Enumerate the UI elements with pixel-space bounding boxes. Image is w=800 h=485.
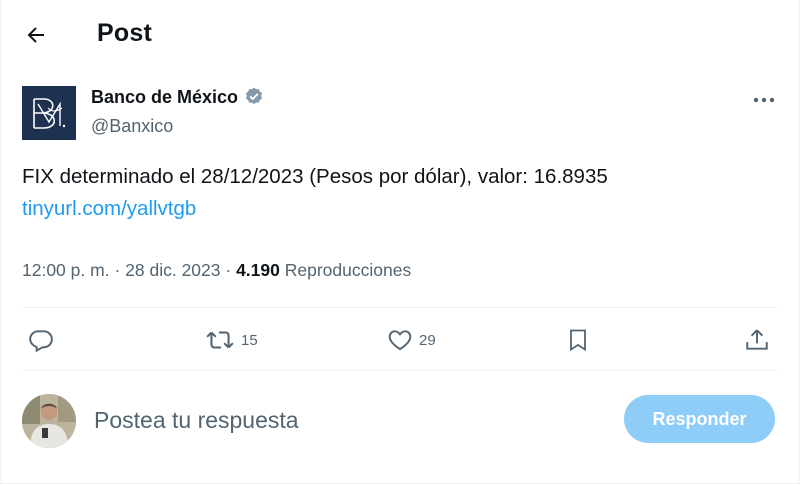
heart-icon <box>388 330 412 351</box>
like-count: 29 <box>419 331 436 349</box>
tweet-link[interactable]: tinyurl.com/yallvtgb <box>22 193 608 225</box>
tweet-body: FIX determinado el 28/12/2023 (Pesos por… <box>22 161 608 225</box>
user-photo-icon <box>22 394 76 448</box>
bookmark-button[interactable] <box>566 322 590 358</box>
tweet-text: FIX determinado el 28/12/2023 (Pesos por… <box>22 165 608 188</box>
share-button[interactable] <box>744 322 770 358</box>
author-name[interactable]: Banco de México <box>91 86 265 108</box>
share-icon <box>746 329 768 350</box>
post-header: Post <box>0 0 800 70</box>
author-avatar[interactable] <box>22 86 76 140</box>
banxico-logo-icon <box>22 86 76 140</box>
author-handle[interactable]: @Banxico <box>91 116 173 137</box>
more-horizontal-icon <box>753 97 775 103</box>
arrow-left-icon <box>27 27 44 43</box>
more-options-button[interactable] <box>746 88 782 112</box>
verified-badge-icon <box>245 87 263 105</box>
reply-button[interactable] <box>28 322 54 358</box>
bookmark-icon <box>570 329 586 352</box>
tweet-time[interactable]: 12:00 p. m. <box>22 260 110 280</box>
tweet-date[interactable]: 28 dic. 2023 <box>125 260 220 280</box>
divider <box>22 370 777 371</box>
tweet-meta: 12:00 p. m. · 28 dic. 2023 · 4.190 Repro… <box>22 260 411 281</box>
reply-submit-button[interactable]: Responder <box>624 395 775 443</box>
meta-separator: · <box>114 260 126 280</box>
divider <box>22 307 777 308</box>
user-avatar[interactable] <box>22 394 76 448</box>
meta-separator: · <box>225 260 237 280</box>
repost-button[interactable]: 15 <box>205 322 258 358</box>
views-count: 4.190 <box>236 260 280 280</box>
author-name-text: Banco de México <box>91 86 239 107</box>
reply-icon <box>29 330 53 353</box>
repost-count: 15 <box>241 331 258 349</box>
reply-input[interactable] <box>94 400 594 440</box>
repost-icon <box>206 331 234 349</box>
like-button[interactable]: 29 <box>387 322 436 358</box>
page-title: Post <box>97 19 152 47</box>
views-label: Reproducciones <box>284 260 412 280</box>
back-button[interactable] <box>16 17 56 53</box>
